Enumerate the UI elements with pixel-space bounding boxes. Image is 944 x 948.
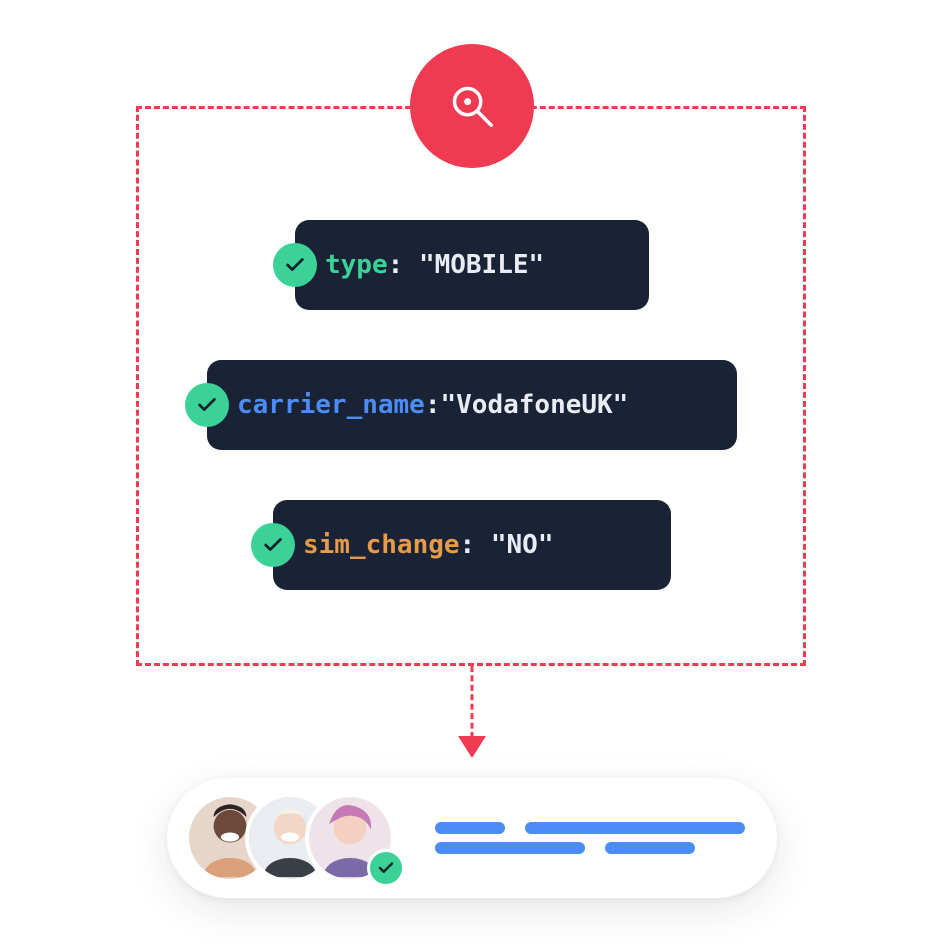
attribute-box: carrier_name:"VodafoneUK" [207,360,737,450]
check-icon [273,243,317,287]
attribute-value: "VodafoneUK" [441,390,629,420]
avatar-stack [185,793,395,883]
attribute-key: sim_change [303,530,460,560]
attribute-sep: : [460,530,491,560]
search-icon [410,44,534,168]
attribute-value: "MOBILE" [419,250,544,280]
attribute-box: sim_change: "NO" [273,500,671,590]
result-card [167,778,777,898]
attribute-key: carrier_name [237,390,425,420]
attribute-key: type [325,250,388,280]
attribute-row: sim_change: "NO" [273,500,671,590]
attribute-value: "NO" [491,530,554,560]
check-icon [185,383,229,427]
attribute-row: type: "MOBILE" [295,220,649,310]
flow-arrow-down [452,666,492,764]
check-icon [251,523,295,567]
attribute-sep: : [388,250,419,280]
attribute-box: type: "MOBILE" [295,220,649,310]
check-icon [367,849,405,887]
attribute-sep: : [425,390,441,420]
attribute-row: carrier_name:"VodafoneUK" [207,360,737,450]
result-text-placeholder [395,814,785,862]
